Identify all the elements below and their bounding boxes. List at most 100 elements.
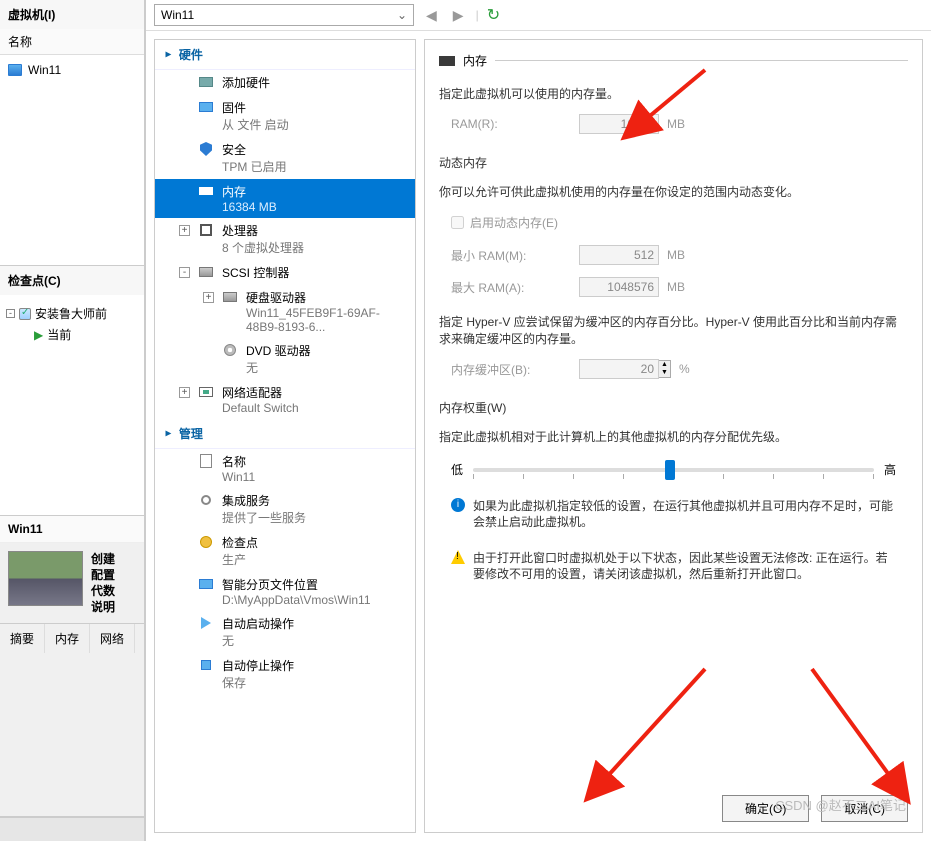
- max-ram-row: 最大 RAM(A): MB: [451, 277, 908, 297]
- hw-firmware[interactable]: 固件从 文件 启动: [155, 95, 415, 137]
- scsi-icon: [199, 267, 213, 277]
- enable-dynamic-checkbox[interactable]: [451, 216, 464, 229]
- mgmt-name[interactable]: 名称Win11: [155, 449, 415, 488]
- dvd-icon: [224, 344, 236, 356]
- info-row: i 如果为此虚拟机指定较低的设置，在运行其他虚拟机并且可用内存不足时，可能会禁止…: [451, 498, 896, 530]
- ram-row: RAM(R): MB: [451, 114, 908, 134]
- current-arrow-icon: ▶: [34, 328, 43, 342]
- expand-icon[interactable]: +: [179, 225, 190, 236]
- hw-dvd[interactable]: DVD 驱动器无: [155, 338, 415, 380]
- hw-memory[interactable]: 内存16384 MB: [155, 179, 415, 218]
- expand-icon[interactable]: +: [179, 387, 190, 398]
- hw-cpu[interactable]: + 处理器8 个虚拟处理器: [155, 218, 415, 260]
- vm-selector-label: Win11: [161, 8, 194, 22]
- vm-column-name[interactable]: 名称: [0, 29, 144, 55]
- add-hardware-icon: [199, 77, 213, 87]
- status-strip: [0, 817, 144, 841]
- info-icon: i: [451, 498, 465, 512]
- warning-icon: [451, 550, 465, 564]
- info-text: 如果为此虚拟机指定较低的设置，在运行其他虚拟机并且可用内存不足时，可能会禁止启动…: [473, 498, 896, 530]
- mgmt-paging[interactable]: 智能分页文件位置D:\MyAppData\Vmos\Win11: [155, 572, 415, 611]
- gear-icon: [201, 495, 211, 505]
- mgmt-autostart[interactable]: 自动启动操作无: [155, 611, 415, 653]
- buffer-spinner[interactable]: ▲▼: [579, 359, 671, 379]
- preview-title: Win11: [0, 516, 144, 543]
- tab-network[interactable]: 网络: [90, 624, 135, 653]
- hw-add-hardware[interactable]: 添加硬件: [155, 70, 415, 95]
- refresh-button[interactable]: ↻: [487, 5, 500, 25]
- preview-text: 创建 配置 代数 说明: [91, 551, 115, 615]
- vm-panel: 虚拟机(I) 名称 Win11: [0, 0, 144, 266]
- main-area: Win11 ⌄ ◀ ▶ | ↻ ▲ 硬件 添加硬件 固件从 文件 启动 安全: [145, 0, 931, 841]
- slider-high-label: 高: [884, 461, 896, 478]
- nav-forward-button[interactable]: ▶: [449, 7, 468, 24]
- mgmt-autostop[interactable]: 自动停止操作保存: [155, 653, 415, 695]
- memory-group-header: 内存: [439, 52, 908, 69]
- mgmt-integration[interactable]: 集成服务提供了一些服务: [155, 488, 415, 530]
- enable-dynamic-label: 启用动态内存(E): [470, 214, 558, 231]
- buffer-row: 内存缓冲区(B): ▲▼ %: [451, 359, 908, 379]
- chevron-icon: ▲: [162, 50, 173, 60]
- network-icon: [199, 387, 213, 397]
- checkpoint-icon: [200, 536, 212, 548]
- management-section-header[interactable]: ▲ 管理: [155, 419, 415, 449]
- buffer-unit: %: [679, 362, 709, 376]
- vm-list-item[interactable]: Win11: [0, 59, 144, 81]
- min-ram-row: 最小 RAM(M): MB: [451, 245, 908, 265]
- hw-hdd[interactable]: + 硬盘驱动器Win11_45FEB9F1-69AF-48B9-8193-6..…: [155, 285, 415, 338]
- weight-slider[interactable]: [473, 468, 874, 472]
- spinner-up-icon[interactable]: ▲: [659, 361, 670, 369]
- content: ▲ 硬件 添加硬件 固件从 文件 启动 安全TPM 已启用 内存16384 MB…: [146, 31, 931, 841]
- play-icon: [201, 617, 211, 629]
- hw-scsi[interactable]: - SCSI 控制器: [155, 260, 415, 285]
- checkpoint-tree: - 安装鲁大师前 ▶ 当前: [0, 299, 144, 349]
- hw-network[interactable]: + 网络适配器Default Switch: [155, 380, 415, 419]
- ram-label: RAM(R):: [451, 117, 571, 131]
- checkpoint-item[interactable]: - 安装鲁大师前: [6, 303, 138, 324]
- stop-icon: [201, 660, 211, 670]
- collapse-icon[interactable]: -: [6, 309, 15, 318]
- slider-thumb[interactable]: [665, 460, 675, 480]
- hdd-icon: [223, 292, 237, 302]
- checkpoint-header: 检查点(C): [0, 266, 144, 295]
- left-sidebar: 虚拟机(I) 名称 Win11 检查点(C) - 安装鲁大师前 ▶ 当前: [0, 0, 145, 841]
- tab-summary[interactable]: 摘要: [0, 624, 45, 653]
- ok-button[interactable]: 确定(O): [722, 795, 809, 822]
- cpu-icon: [200, 224, 212, 236]
- dynamic-memory-header: 动态内存: [439, 154, 908, 171]
- nav-back-button[interactable]: ◀: [422, 7, 441, 24]
- tab-memory[interactable]: 内存: [45, 624, 90, 653]
- slider-low-label: 低: [451, 461, 463, 478]
- checkpoint-current[interactable]: ▶ 当前: [6, 324, 138, 345]
- max-ram-input[interactable]: [579, 277, 659, 297]
- shield-icon: [200, 142, 212, 156]
- collapse-icon[interactable]: -: [179, 267, 190, 278]
- enable-dynamic-row: 启用动态内存(E): [451, 214, 908, 231]
- chevron-icon: ▲: [162, 429, 173, 439]
- spinner-down-icon[interactable]: ▼: [659, 369, 670, 377]
- min-ram-input[interactable]: [579, 245, 659, 265]
- annotation-arrow: [802, 669, 902, 792]
- vm-selector[interactable]: Win11 ⌄: [154, 4, 414, 26]
- checkpoint-label: 安装鲁大师前: [35, 305, 107, 322]
- max-ram-label: 最大 RAM(A):: [451, 279, 571, 296]
- name-icon: [200, 454, 212, 468]
- hardware-section-header[interactable]: ▲ 硬件: [155, 40, 415, 70]
- memory-icon: [199, 187, 213, 195]
- ram-input[interactable]: [579, 114, 659, 134]
- memory-desc: 指定此虚拟机可以使用的内存量。: [439, 85, 908, 102]
- vm-thumbnail[interactable]: [8, 551, 83, 606]
- mgmt-checkpoint[interactable]: 检查点生产: [155, 530, 415, 572]
- annotation-arrow: [595, 669, 715, 792]
- checkpoint-current-label: 当前: [47, 326, 71, 343]
- vm-name-label: Win11: [28, 63, 61, 77]
- preview-tabs: 摘要 内存 网络: [0, 623, 144, 653]
- dialog-buttons: 确定(O) 取消(C): [722, 795, 908, 822]
- chevron-down-icon: ⌄: [397, 8, 407, 22]
- vm-panel-header: 虚拟机(I): [0, 0, 144, 29]
- cancel-button[interactable]: 取消(C): [821, 795, 908, 822]
- buffer-input[interactable]: [579, 359, 659, 379]
- weight-header: 内存权重(W): [439, 399, 908, 416]
- expand-icon[interactable]: +: [203, 292, 214, 303]
- hw-security[interactable]: 安全TPM 已启用: [155, 137, 415, 179]
